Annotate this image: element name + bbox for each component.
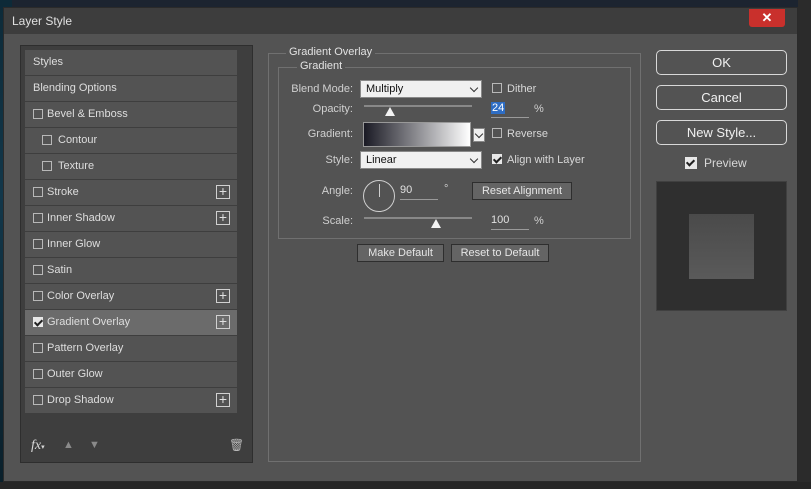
style-item-label: Blending Options	[33, 82, 117, 94]
scale-slider-thumb[interactable]	[431, 219, 441, 228]
reset-alignment-button[interactable]: Reset Alignment	[472, 182, 572, 200]
add-instance-icon[interactable]: +	[216, 288, 230, 303]
style-item-label: Satin	[47, 264, 73, 276]
angle-label: Angle:	[321, 185, 353, 197]
opacity-percent-sign: %	[534, 103, 544, 115]
new-style-button[interactable]: New Style...	[656, 120, 787, 145]
style-item-blending-options[interactable]: Blending Options	[25, 76, 237, 101]
dialog-title: Layer Style	[12, 14, 73, 28]
opacity-slider-track[interactable]	[364, 105, 472, 107]
gradient-swatch[interactable]	[363, 122, 471, 147]
degree-sign: °	[444, 183, 449, 195]
style-item-label: Styles	[33, 56, 63, 68]
scale-input[interactable]: 100	[491, 214, 529, 230]
style-item-gradient-overlay[interactable]: Gradient Overlay +	[25, 310, 237, 335]
add-instance-icon[interactable]: +	[216, 314, 230, 329]
angle-dial[interactable]	[363, 180, 395, 212]
style-item-outer-glow[interactable]: Outer Glow	[25, 362, 237, 387]
dither-checkbox[interactable]	[492, 83, 502, 93]
style-checkbox[interactable]	[33, 291, 43, 301]
style-item-label: Stroke	[47, 186, 79, 198]
style-select[interactable]: Linear	[360, 151, 482, 169]
styles-list-panel: Styles Blending Options Bevel & Emboss Cont…	[20, 45, 253, 463]
scale-slider-track[interactable]	[364, 217, 472, 219]
chevron-down-icon	[469, 154, 479, 164]
style-checkbox[interactable]	[33, 213, 43, 223]
layer-style-dialog: Layer Style ✕ Styles Blending Options Beve…	[3, 7, 798, 482]
style-item-label: Inner Glow	[47, 238, 101, 250]
style-checkbox[interactable]	[42, 135, 52, 145]
preview-checkbox[interactable]	[685, 157, 697, 169]
style-checkbox[interactable]	[33, 343, 43, 353]
style-checkbox[interactable]	[33, 265, 43, 275]
style-checkbox[interactable]	[33, 187, 43, 197]
style-item-inner-shadow[interactable]: Inner Shadow +	[25, 206, 237, 231]
subsection-title: Gradient	[297, 60, 346, 72]
gradient-picker-dropdown[interactable]	[473, 128, 485, 142]
style-checkbox[interactable]	[33, 369, 43, 379]
opacity-input[interactable]: 24	[491, 102, 529, 118]
preview-label: Preview	[704, 156, 747, 170]
cancel-button[interactable]: Cancel	[656, 85, 787, 110]
style-item-label: Gradient Overlay	[47, 316, 131, 328]
preview-swatch	[689, 214, 754, 279]
reset-to-default-button[interactable]: Reset to Default	[451, 244, 549, 262]
dither-label: Dither	[507, 83, 537, 95]
style-checkbox[interactable]	[33, 317, 43, 327]
add-instance-icon[interactable]: +	[216, 210, 230, 225]
reverse-checkbox[interactable]	[492, 128, 502, 138]
background-bottom	[0, 482, 811, 489]
style-checkbox[interactable]	[33, 395, 43, 405]
blend-mode-label: Blend Mode:	[291, 83, 353, 95]
move-up-icon[interactable]: ▲	[63, 439, 74, 451]
background-right	[798, 0, 811, 489]
style-item-drop-shadow[interactable]: Drop Shadow +	[25, 388, 237, 413]
style-item-label: Drop Shadow	[47, 394, 114, 406]
style-checkbox[interactable]	[33, 239, 43, 249]
style-item-satin[interactable]: Satin	[25, 258, 237, 283]
style-item-label: Outer Glow	[47, 368, 103, 380]
style-item-bevel-emboss[interactable]: Bevel & Emboss	[25, 102, 237, 127]
style-item-texture[interactable]: Texture	[25, 154, 237, 179]
blend-mode-select[interactable]: Multiply	[360, 80, 482, 98]
align-with-layer-label: Align with Layer	[507, 154, 585, 166]
ok-button[interactable]: OK	[656, 50, 787, 75]
reverse-label: Reverse	[507, 128, 548, 140]
trash-icon[interactable]: 🗑	[229, 438, 244, 452]
style-item-styles[interactable]: Styles	[25, 50, 237, 75]
style-item-color-overlay[interactable]: Color Overlay +	[25, 284, 237, 309]
scale-label: Scale:	[322, 215, 353, 227]
move-down-icon[interactable]: ▼	[89, 439, 100, 451]
add-instance-icon[interactable]: +	[216, 392, 230, 407]
align-with-layer-checkbox[interactable]	[492, 154, 502, 164]
style-item-label: Bevel & Emboss	[47, 108, 128, 120]
style-item-stroke[interactable]: Stroke +	[25, 180, 237, 205]
style-item-label: Color Overlay	[47, 290, 115, 302]
style-checkbox[interactable]	[33, 109, 43, 119]
style-item-pattern-overlay[interactable]: Pattern Overlay	[25, 336, 237, 361]
angle-input[interactable]: 90	[400, 184, 438, 200]
styles-toolbar: fx▾ ▲ ▼ 🗑	[25, 434, 247, 458]
close-button[interactable]: ✕	[749, 9, 785, 27]
scale-percent-sign: %	[534, 215, 544, 227]
style-item-label: Contour	[58, 134, 98, 146]
chevron-down-icon	[469, 83, 479, 93]
style-checkbox[interactable]	[42, 161, 52, 171]
title-bar[interactable]: Layer Style ✕	[4, 8, 797, 34]
add-instance-icon[interactable]: +	[216, 184, 230, 199]
style-item-contour[interactable]: Contour	[25, 128, 237, 153]
style-item-inner-glow[interactable]: Inner Glow	[25, 232, 237, 257]
opacity-label: Opacity:	[312, 103, 353, 115]
style-item-label: Inner Shadow	[47, 212, 115, 224]
make-default-button[interactable]: Make Default	[357, 244, 444, 262]
section-title: Gradient Overlay	[286, 46, 376, 58]
opacity-slider-thumb[interactable]	[384, 107, 395, 116]
style-label: Style:	[325, 154, 353, 166]
style-item-label: Pattern Overlay	[47, 342, 124, 354]
gradient-label: Gradient:	[307, 128, 353, 140]
style-item-label: Texture	[58, 160, 95, 172]
preview-thumbnail	[656, 181, 787, 311]
fx-icon[interactable]: fx▾	[31, 438, 45, 454]
